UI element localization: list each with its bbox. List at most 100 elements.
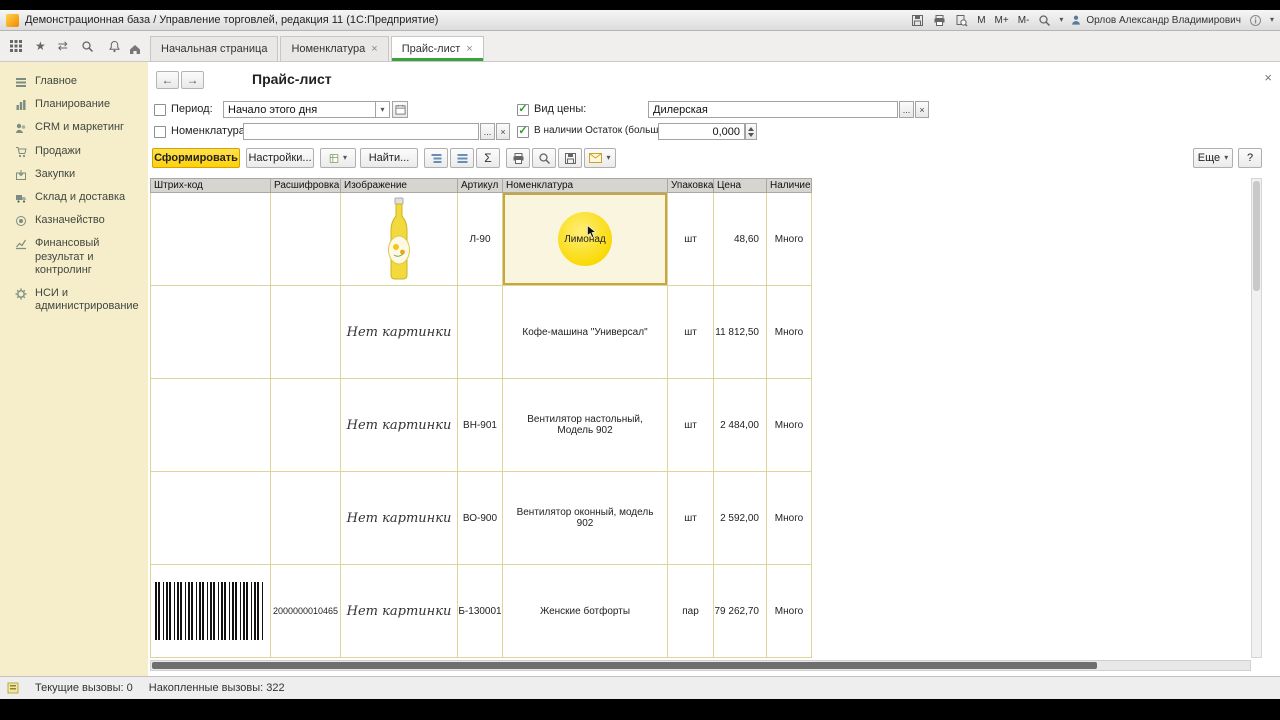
- cell-barcode[interactable]: [150, 472, 271, 565]
- col-article[interactable]: Артикул: [458, 178, 503, 193]
- cell-price[interactable]: 2 484,00: [714, 379, 767, 472]
- cell-image[interactable]: [341, 193, 458, 286]
- cell-price[interactable]: 11 812,50: [714, 286, 767, 379]
- cell-stock[interactable]: Много: [767, 193, 812, 286]
- cell-decode[interactable]: [271, 379, 341, 472]
- nomenclature-clear-button[interactable]: ×: [496, 123, 510, 140]
- help-button[interactable]: ?: [1238, 148, 1262, 168]
- current-user[interactable]: Орлов Александр Владимирович: [1070, 14, 1241, 26]
- cell-pack[interactable]: шт: [668, 193, 714, 286]
- price-type-checkbox[interactable]: ✓: [517, 104, 529, 116]
- tab-close-icon[interactable]: ×: [466, 43, 472, 55]
- print-button[interactable]: [506, 148, 530, 168]
- cell-image[interactable]: Нет картинки: [341, 565, 458, 658]
- tab-close-icon[interactable]: ×: [371, 43, 377, 55]
- calendar-button[interactable]: [392, 101, 408, 118]
- cell-barcode[interactable]: [150, 193, 271, 286]
- cell-decode[interactable]: 2000000010465: [271, 565, 341, 658]
- memory-mplus-button[interactable]: M+: [994, 15, 1010, 26]
- sidebar-item-admin[interactable]: НСИ и администрирование: [0, 282, 148, 318]
- cell-nomenclature[interactable]: Женские ботфорты: [503, 565, 668, 658]
- vertical-scrollbar-thumb[interactable]: [1253, 181, 1260, 291]
- cell-pack[interactable]: шт: [668, 472, 714, 565]
- col-barcode[interactable]: Штрих-код: [150, 178, 271, 193]
- cell-stock[interactable]: Много: [767, 286, 812, 379]
- nomenclature-checkbox[interactable]: [154, 126, 166, 138]
- sidebar-item-warehouse[interactable]: Склад и доставка: [0, 186, 148, 209]
- horizontal-scrollbar[interactable]: [150, 660, 1251, 671]
- sidebar-item-sales[interactable]: Продажи: [0, 140, 148, 163]
- col-nomenclature[interactable]: Номенклатура: [503, 178, 668, 193]
- print-icon[interactable]: [932, 13, 947, 27]
- cell-price[interactable]: 2 592,00: [714, 472, 767, 565]
- cell-decode[interactable]: [271, 193, 341, 286]
- period-input[interactable]: Начало этого дня ▾: [223, 101, 390, 118]
- cell-stock[interactable]: Много: [767, 472, 812, 565]
- stock-checkbox[interactable]: ✓: [517, 126, 529, 138]
- sidebar-item-finance[interactable]: Финансовый результат и контролинг: [0, 232, 148, 282]
- tab-start-page[interactable]: Начальная страница: [150, 36, 279, 61]
- sidebar-item-purchases[interactable]: Закупки: [0, 163, 148, 186]
- info-icon[interactable]: [1248, 13, 1263, 27]
- col-pack[interactable]: Упаковка: [668, 178, 714, 193]
- generate-button[interactable]: Сформировать: [152, 148, 240, 168]
- cell-image[interactable]: Нет картинки: [341, 379, 458, 472]
- stock-input[interactable]: 0,000: [658, 123, 745, 140]
- sidebar-item-crm[interactable]: CRM и маркетинг: [0, 116, 148, 139]
- report-variants-button[interactable]: ▾: [320, 148, 356, 168]
- app-menu-icon[interactable]: [8, 39, 23, 53]
- collapse-groups-button[interactable]: [424, 148, 448, 168]
- cell-barcode[interactable]: [150, 286, 271, 379]
- cell-stock[interactable]: Много: [767, 565, 812, 658]
- period-checkbox[interactable]: [154, 104, 166, 116]
- cell-decode[interactable]: [271, 472, 341, 565]
- notifications-bell-icon[interactable]: [107, 39, 122, 53]
- cell-nomenclature[interactable]: Вентилятор настольный, Модель 902: [503, 379, 668, 472]
- zoom-icon[interactable]: [1037, 13, 1052, 27]
- stock-spinner[interactable]: [745, 123, 757, 140]
- print-preview-icon[interactable]: [954, 13, 969, 27]
- cell-price[interactable]: 79 262,70: [714, 565, 767, 658]
- cell-article[interactable]: ВО-900: [458, 472, 503, 565]
- save-file-button[interactable]: [558, 148, 582, 168]
- cell-article[interactable]: [458, 286, 503, 379]
- back-button[interactable]: ←: [156, 71, 179, 89]
- price-type-input[interactable]: Дилерская: [648, 101, 898, 118]
- cell-stock[interactable]: Много: [767, 379, 812, 472]
- nomenclature-choose-button[interactable]: ...: [480, 123, 495, 140]
- totals-button[interactable]: Σ: [476, 148, 500, 168]
- price-type-choose-button[interactable]: ...: [899, 101, 914, 118]
- memory-mminus-button[interactable]: M-: [1017, 15, 1031, 26]
- tab-price-list[interactable]: Прайс-лист ×: [390, 36, 484, 61]
- cell-article[interactable]: ВН-901: [458, 379, 503, 472]
- nomenclature-input[interactable]: [243, 123, 479, 140]
- cell-pack[interactable]: пар: [668, 565, 714, 658]
- cell-pack[interactable]: шт: [668, 379, 714, 472]
- cell-article[interactable]: Б-130001: [458, 565, 503, 658]
- home-icon[interactable]: [128, 42, 150, 61]
- cell-nomenclature-selected[interactable]: Лимонад: [503, 193, 668, 286]
- save-icon[interactable]: [910, 13, 925, 27]
- col-image[interactable]: Изображение: [341, 178, 458, 193]
- zoom-caret-icon[interactable]: ▾: [1059, 16, 1063, 24]
- cell-nomenclature[interactable]: Кофе-машина "Универсал": [503, 286, 668, 379]
- tab-nomenclature[interactable]: Номенклатура ×: [280, 36, 389, 61]
- col-stock[interactable]: Наличие: [767, 178, 812, 193]
- titlebar-caret-icon[interactable]: ▾: [1270, 16, 1274, 24]
- preview-button[interactable]: [532, 148, 556, 168]
- send-mail-button[interactable]: ▾: [584, 148, 616, 168]
- cell-price[interactable]: 48,60: [714, 193, 767, 286]
- cell-pack[interactable]: шт: [668, 286, 714, 379]
- find-button[interactable]: Найти...: [360, 148, 418, 168]
- more-button[interactable]: Еще ▾: [1193, 148, 1233, 168]
- cell-barcode[interactable]: [150, 379, 271, 472]
- cell-image[interactable]: Нет картинки: [341, 472, 458, 565]
- sidebar-item-planning[interactable]: Планирование: [0, 93, 148, 116]
- cell-article[interactable]: Л-90: [458, 193, 503, 286]
- sidebar-item-main[interactable]: Главное: [0, 70, 148, 93]
- price-type-clear-button[interactable]: ×: [915, 101, 929, 118]
- sidebar-item-treasury[interactable]: Казначейство: [0, 209, 148, 232]
- col-price[interactable]: Цена: [714, 178, 767, 193]
- history-swap-icon[interactable]: ⇄: [58, 40, 68, 52]
- horizontal-scrollbar-thumb[interactable]: [152, 662, 1097, 669]
